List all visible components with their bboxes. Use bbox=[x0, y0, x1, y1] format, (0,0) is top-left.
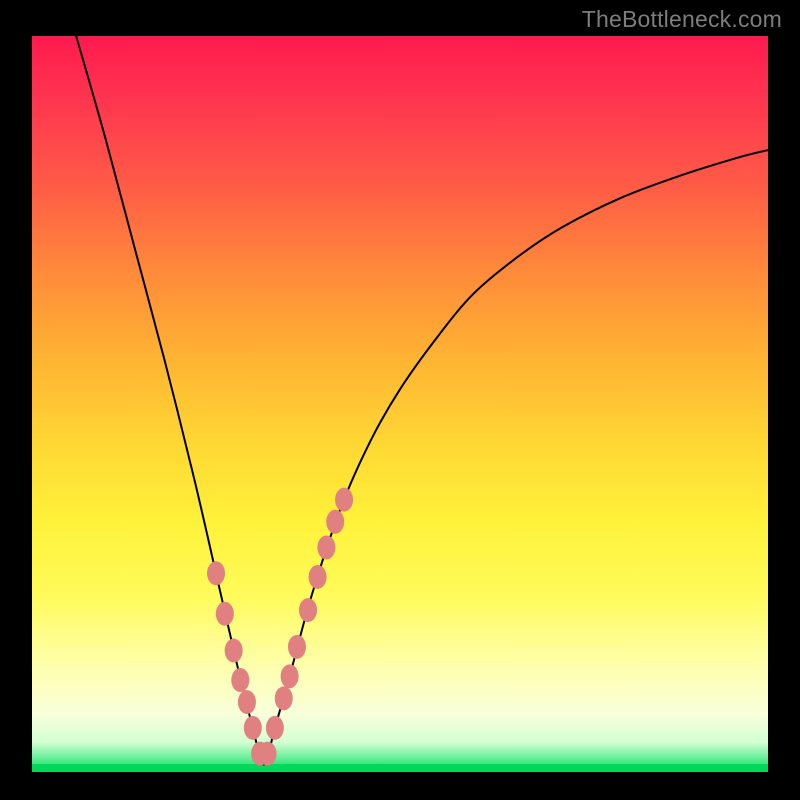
watermark-text: TheBottleneck.com bbox=[582, 6, 782, 33]
chart-frame: TheBottleneck.com bbox=[0, 0, 800, 800]
marker-point bbox=[207, 561, 225, 585]
marker-point bbox=[238, 690, 256, 714]
marker-point bbox=[216, 602, 234, 626]
marker-point bbox=[259, 742, 277, 766]
marker-point bbox=[299, 598, 317, 622]
marker-point bbox=[317, 536, 335, 560]
marker-point bbox=[335, 488, 353, 512]
marker-point bbox=[309, 565, 327, 589]
marker-point bbox=[281, 664, 299, 688]
marker-point bbox=[326, 510, 344, 534]
chart-svg bbox=[32, 36, 768, 772]
marker-point bbox=[244, 716, 262, 740]
marker-point bbox=[225, 639, 243, 663]
bottleneck-curve bbox=[76, 36, 768, 765]
marker-point bbox=[275, 686, 293, 710]
marker-point bbox=[231, 668, 249, 692]
marker-point bbox=[266, 716, 284, 740]
marker-point bbox=[288, 635, 306, 659]
plot-area bbox=[32, 36, 768, 772]
